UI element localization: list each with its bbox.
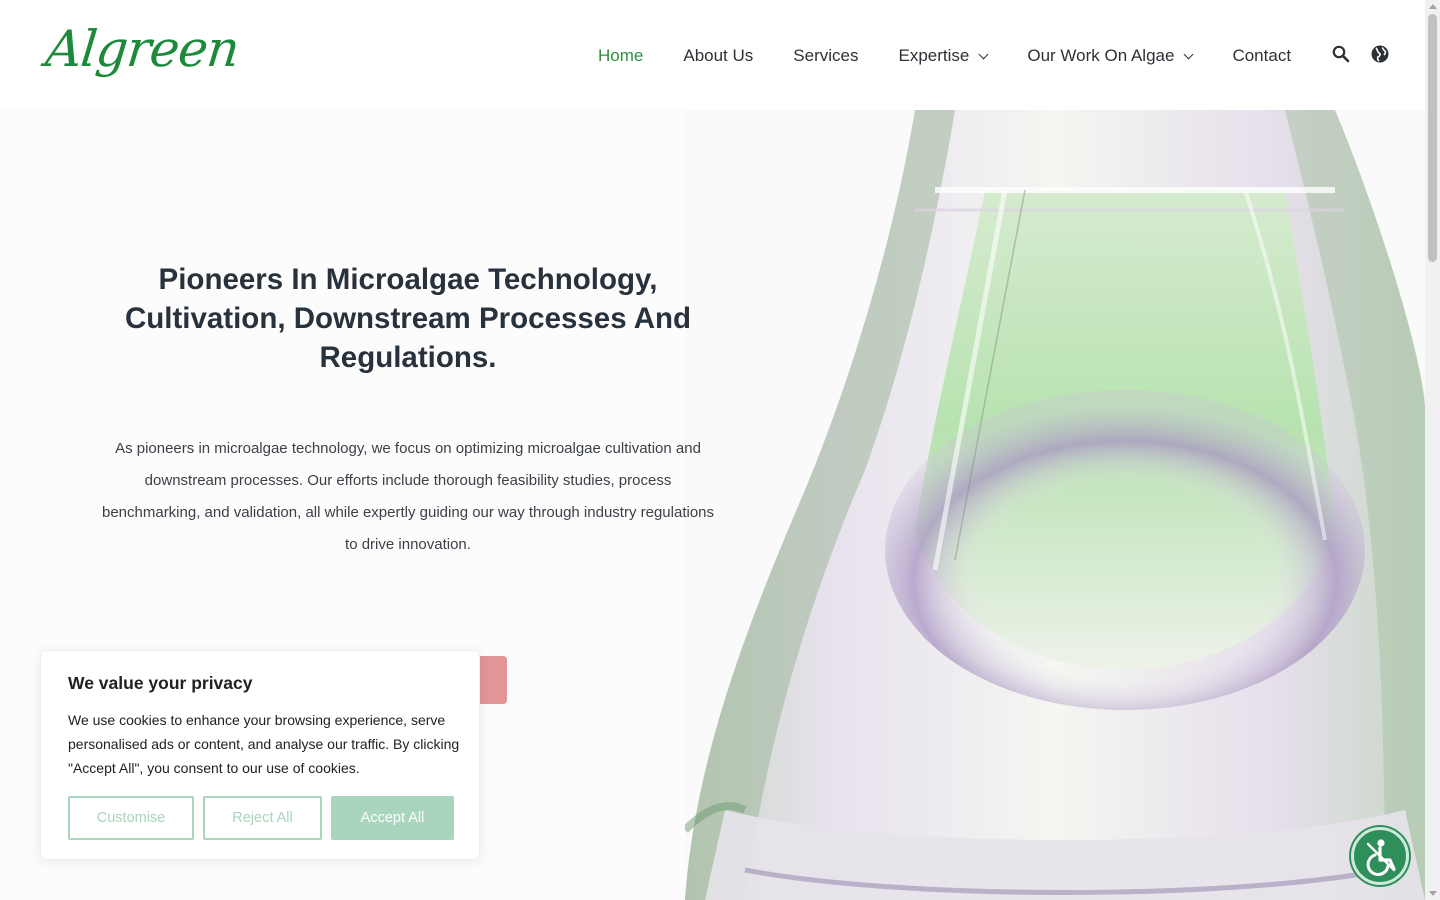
nav-item-home[interactable]: Home [598,46,643,66]
header-icons [1331,44,1409,64]
nav-label: About Us [683,46,754,65]
scroll-down-arrow-icon[interactable] [1429,891,1437,896]
accessibility-icon [1366,839,1396,876]
customise-button[interactable]: Customise [68,796,194,840]
main-nav: Home About Us Services Expertise Our Wor… [598,44,1331,68]
search-icon[interactable] [1331,44,1351,64]
hero-title: Pioneers In Microalgae Technology, Culti… [124,263,692,374]
site-logo[interactable]: Algreen [43,14,241,92]
nav-label: Expertise [898,46,970,65]
nav-label: Contact [1232,46,1292,65]
cookie-consent-banner: We value your privacy We use cookies to … [40,650,480,860]
cookie-title: We value your privacy [68,673,253,693]
reject-all-button[interactable]: Reject All [203,796,322,840]
chevron-down-icon [978,49,989,59]
scroll-up-arrow-icon[interactable] [1429,4,1437,9]
nav-item-expertise[interactable]: Expertise [898,46,989,66]
cookie-text: We use cookies to enhance your browsing … [68,712,460,776]
scroll-thumb[interactable] [1428,14,1437,262]
chevron-down-icon [1184,49,1194,59]
logo-text: Algreen [42,20,242,78]
hero-flask-image [685,110,1425,900]
hero-description: As pioneers in microalgae technology, we… [101,440,715,553]
nav-label: Services [793,46,859,65]
nav-item-our-work-on-algae[interactable]: Our Work On Algae [1027,46,1194,66]
site-header: Algreen Home About Us Services Expertise… [0,0,1425,110]
nav-item-about-us[interactable]: About Us [683,46,753,66]
nav-item-contact[interactable]: Contact [1232,46,1291,66]
nav-label: Home [598,46,644,65]
accessibility-button[interactable] [1351,827,1409,885]
accept-all-button[interactable]: Accept All [331,796,454,840]
nav-item-services[interactable]: Services [793,46,858,66]
globe-icon[interactable] [1370,44,1390,64]
page-scrollbar[interactable] [1425,0,1440,900]
nav-label: Our Work On Algae [1027,46,1175,65]
